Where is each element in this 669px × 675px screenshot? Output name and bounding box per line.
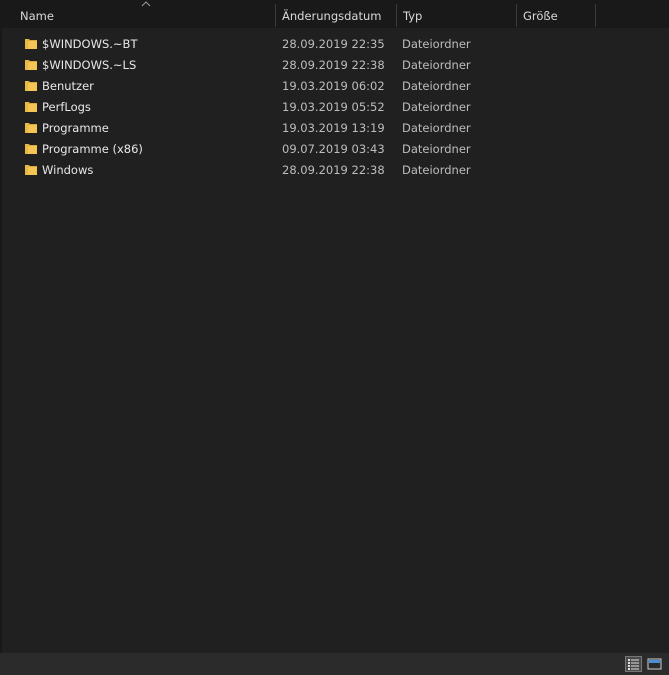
file-type: Dateiordner (402, 37, 471, 51)
large-icons-view-button[interactable] (646, 656, 663, 672)
file-list-pane[interactable]: Name Änderungsdatum Typ Größe $WINDOWS.~… (2, 0, 669, 653)
file-name: $WINDOWS.~LS (42, 58, 137, 72)
file-date: 28.09.2019 22:35 (282, 37, 385, 51)
file-type: Dateiordner (402, 142, 471, 156)
list-item[interactable]: Windows 28.09.2019 22:38 Dateiordner (2, 160, 669, 181)
folder-icon (25, 39, 37, 49)
list-item[interactable]: Programme (x86) 09.07.2019 03:43 Dateior… (2, 139, 669, 160)
folder-icon (25, 165, 37, 175)
column-type[interactable]: Typ (397, 0, 516, 28)
folder-icon (25, 123, 37, 133)
file-type: Dateiordner (402, 121, 471, 135)
folder-icon (25, 60, 37, 70)
folder-icon (25, 102, 37, 112)
folder-icon (25, 144, 37, 154)
file-type: Dateiordner (402, 79, 471, 93)
file-name: Programme (42, 121, 109, 135)
file-date: 28.09.2019 22:38 (282, 58, 385, 72)
details-view-icon (628, 659, 639, 670)
list-item[interactable]: $WINDOWS.~LS 28.09.2019 22:38 Dateiordne… (2, 55, 669, 76)
file-date: 19.03.2019 13:19 (282, 121, 385, 135)
list-item[interactable]: Benutzer 19.03.2019 06:02 Dateiordner (2, 76, 669, 97)
file-explorer-window: Name Änderungsdatum Typ Größe $WINDOWS.~… (0, 0, 669, 675)
folder-icon (25, 81, 37, 91)
column-name[interactable]: Name (14, 0, 276, 28)
list-item[interactable]: PerfLogs 19.03.2019 05:52 Dateiordner (2, 97, 669, 118)
file-type: Dateiordner (402, 100, 471, 114)
details-view-button[interactable] (625, 656, 642, 672)
column-date[interactable]: Änderungsdatum (276, 0, 396, 28)
file-date: 09.07.2019 03:43 (282, 142, 385, 156)
column-divider[interactable] (595, 4, 596, 27)
file-name: Programme (x86) (42, 142, 143, 156)
large-icons-view-icon (647, 658, 662, 670)
file-name: Windows (42, 163, 94, 177)
status-bar (0, 653, 669, 675)
column-header: Name Änderungsdatum Typ Größe (2, 0, 669, 28)
file-type: Dateiordner (402, 58, 471, 72)
file-date: 19.03.2019 06:02 (282, 79, 385, 93)
file-name: Benutzer (42, 79, 94, 93)
file-type: Dateiordner (402, 163, 471, 177)
file-name: PerfLogs (42, 100, 91, 114)
file-date: 19.03.2019 05:52 (282, 100, 385, 114)
list-item[interactable]: $WINDOWS.~BT 28.09.2019 22:35 Dateiordne… (2, 34, 669, 55)
file-date: 28.09.2019 22:38 (282, 163, 385, 177)
list-item[interactable]: Programme 19.03.2019 13:19 Dateiordner (2, 118, 669, 139)
file-list: $WINDOWS.~BT 28.09.2019 22:35 Dateiordne… (2, 34, 669, 181)
column-size[interactable]: Größe (517, 0, 595, 28)
file-name: $WINDOWS.~BT (42, 37, 138, 51)
